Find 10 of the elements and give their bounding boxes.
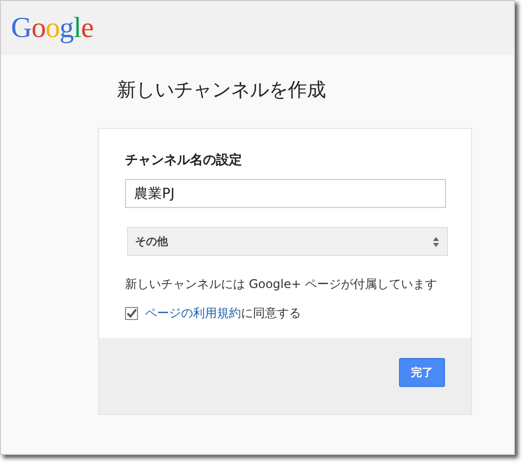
category-select[interactable]: その他 xyxy=(127,227,448,256)
updown-icon xyxy=(432,236,440,248)
terms-link[interactable]: ページの利用規約 xyxy=(145,306,241,320)
agree-checkbox[interactable] xyxy=(125,307,138,320)
section-heading: チャンネル名の設定 xyxy=(125,152,243,169)
page-title: 新しいチャンネルを作成 xyxy=(117,78,327,103)
notice-text: 新しいチャンネルには Google+ ページが付属しています xyxy=(125,276,438,293)
agree-label: ページの利用規約に同意する xyxy=(145,305,301,322)
logo: Google xyxy=(11,12,94,44)
channel-name-field[interactable]: 農業PJ xyxy=(125,179,446,208)
